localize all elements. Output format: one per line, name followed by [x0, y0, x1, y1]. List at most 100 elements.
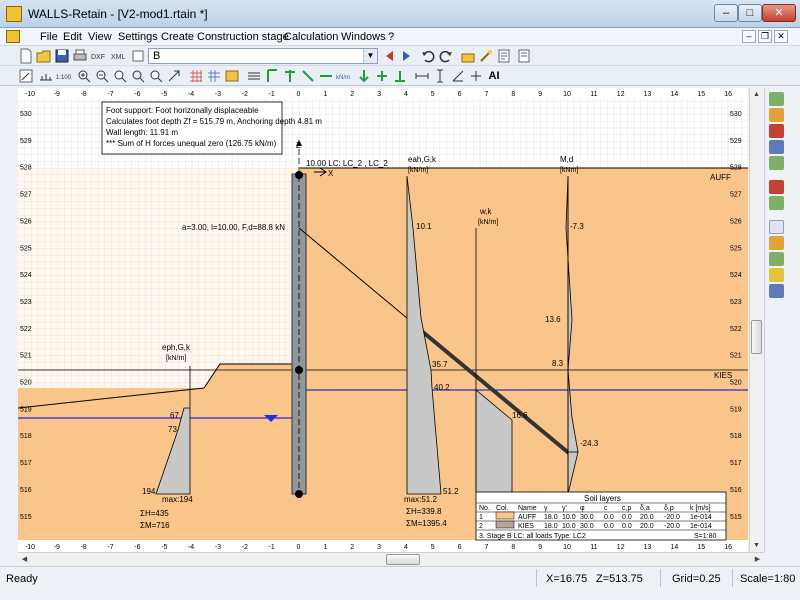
- diagram-green-icon[interactable]: [769, 156, 784, 170]
- zoom-previous-icon[interactable]: [148, 68, 164, 84]
- wall-green-2-icon[interactable]: [282, 68, 298, 84]
- menu-view[interactable]: View: [88, 31, 112, 43]
- mdi-close-button[interactable]: ✕: [774, 30, 788, 43]
- open-folder-icon[interactable]: [36, 48, 52, 64]
- layer-lines-icon[interactable]: [246, 68, 262, 84]
- scroll-left-icon[interactable]: ◀: [18, 553, 31, 566]
- scroll-right-icon[interactable]: ▶: [751, 553, 764, 566]
- zoom-table-icon[interactable]: [224, 68, 240, 84]
- export-dxf-icon[interactable]: DXF: [90, 48, 106, 64]
- load-icon[interactable]: kN/m: [336, 68, 352, 84]
- horizontal-scroll-thumb[interactable]: [386, 554, 420, 565]
- wall-foot-node[interactable]: [295, 490, 303, 498]
- list-green-icon[interactable]: [769, 252, 784, 266]
- document-list-icon[interactable]: [516, 48, 532, 64]
- zoom-window-icon[interactable]: [112, 68, 128, 84]
- y-tick-label-right: 527: [730, 192, 742, 199]
- menu-edit[interactable]: Edit: [63, 31, 82, 43]
- water-level-icon[interactable]: [374, 68, 390, 84]
- mdi-restore-button[interactable]: ❐: [758, 30, 772, 43]
- redo-icon[interactable]: [438, 48, 454, 64]
- list-orange-icon[interactable]: [769, 236, 784, 250]
- x-tick-label-top: 1: [323, 91, 327, 98]
- report-icon[interactable]: [496, 48, 512, 64]
- chart-blue-icon[interactable]: [769, 140, 784, 154]
- export-xml-icon[interactable]: XML: [110, 48, 126, 64]
- minimize-button[interactable]: –: [714, 4, 738, 22]
- y-tick-label-right: 523: [730, 299, 742, 306]
- x-tick-label-top: -4: [188, 91, 194, 98]
- x-tick-label-bottom: -3: [215, 544, 221, 551]
- new-file-icon[interactable]: [18, 48, 34, 64]
- wall-green-icon[interactable]: [264, 68, 280, 84]
- eah-value-3: 40.2: [434, 383, 450, 392]
- dimension-angle-icon[interactable]: [450, 68, 466, 84]
- list-yellow-icon[interactable]: [769, 268, 784, 282]
- edit-pencil-icon[interactable]: [18, 68, 34, 84]
- document-icon[interactable]: [6, 30, 20, 43]
- text-dimension-icon[interactable]: [468, 68, 484, 84]
- chart-bars-icon[interactable]: [769, 108, 784, 122]
- wall-layer-node[interactable]: [295, 366, 303, 374]
- menu-settings[interactable]: Settings: [118, 31, 158, 43]
- zoom-out-icon[interactable]: [94, 68, 110, 84]
- previous-stage-icon[interactable]: [382, 48, 398, 64]
- x-tick-label-bottom: -4: [188, 544, 194, 551]
- save-icon[interactable]: [54, 48, 70, 64]
- chart-red-icon[interactable]: [769, 124, 784, 138]
- stage-select[interactable]: B ▼: [148, 48, 378, 64]
- menu-file[interactable]: File: [40, 31, 58, 43]
- print-icon[interactable]: [72, 48, 88, 64]
- horizontal-scrollbar[interactable]: ◀ ▶: [18, 552, 764, 566]
- next-stage-icon[interactable]: [398, 48, 414, 64]
- mdi-minimize-button[interactable]: –: [742, 30, 756, 43]
- grid-icon[interactable]: [188, 68, 204, 84]
- soil-layer-icon[interactable]: [356, 68, 372, 84]
- pan-icon[interactable]: [166, 68, 182, 84]
- soil-table-cell: 1e-014: [690, 514, 712, 521]
- strut-icon[interactable]: [318, 68, 334, 84]
- maximize-button[interactable]: □: [738, 4, 762, 22]
- calculate-icon[interactable]: [460, 48, 476, 64]
- wall-top-node[interactable]: [295, 171, 303, 179]
- options-icon[interactable]: [130, 48, 146, 64]
- chart-layers-icon[interactable]: [769, 92, 784, 106]
- info-line-1: Foot support: Foot horizonally displacea…: [106, 106, 259, 115]
- scroll-up-icon[interactable]: ▲: [750, 88, 763, 101]
- soil-color-swatch: [495, 511, 515, 520]
- diagram-red-icon[interactable]: [769, 180, 784, 194]
- soil-table-cell: AUFF: [518, 514, 536, 521]
- diagram-export-icon[interactable]: [769, 196, 784, 210]
- md-value-2: 13.6: [545, 315, 561, 324]
- drawing-canvas[interactable]: -10 -9 -8 -7 -6 -5 -4 -3 -2 -1 0 1 2 3 4 5 6 7 8 9 10 11 12 13 1…: [17, 88, 748, 552]
- list-icon[interactable]: [769, 220, 784, 234]
- menu-calculation[interactable]: Calculation: [284, 31, 338, 43]
- wizard-icon[interactable]: [478, 48, 494, 64]
- menu-windows[interactable]: Windows: [341, 31, 386, 43]
- dimension-vertical-icon[interactable]: [432, 68, 448, 84]
- ai-button[interactable]: AI: [486, 68, 502, 84]
- md-unit: [kNm]: [560, 167, 578, 174]
- eph-unit: [kN/m]: [166, 355, 186, 362]
- soil-table-cell: 18.0: [544, 523, 558, 530]
- snap-grid-icon[interactable]: [206, 68, 222, 84]
- vertical-scrollbar[interactable]: ▲ ▼: [749, 88, 763, 552]
- chevron-down-icon[interactable]: ▼: [363, 49, 377, 63]
- scale-1-100-icon[interactable]: 1:100: [56, 68, 72, 84]
- list-blue-icon[interactable]: [769, 284, 784, 298]
- status-z-coordinate: Z=513.75: [596, 573, 643, 585]
- dimension-horizontal-icon[interactable]: [414, 68, 430, 84]
- zoom-in-icon[interactable]: [76, 68, 92, 84]
- menu-help[interactable]: ?: [388, 31, 394, 43]
- vertical-scroll-thumb[interactable]: [751, 320, 762, 354]
- zoom-all-icon[interactable]: [130, 68, 146, 84]
- close-button[interactable]: ✕: [762, 4, 796, 22]
- menu-create[interactable]: Create: [161, 31, 194, 43]
- foundation-icon[interactable]: [392, 68, 408, 84]
- eph-sum-h: ΣH=435: [140, 509, 169, 518]
- undo-icon[interactable]: [420, 48, 436, 64]
- scale-icon[interactable]: [38, 68, 54, 84]
- scroll-down-icon[interactable]: ▼: [750, 539, 763, 552]
- anchor-icon[interactable]: [300, 68, 316, 84]
- menu-construction-stage[interactable]: Construction stage: [197, 31, 289, 43]
